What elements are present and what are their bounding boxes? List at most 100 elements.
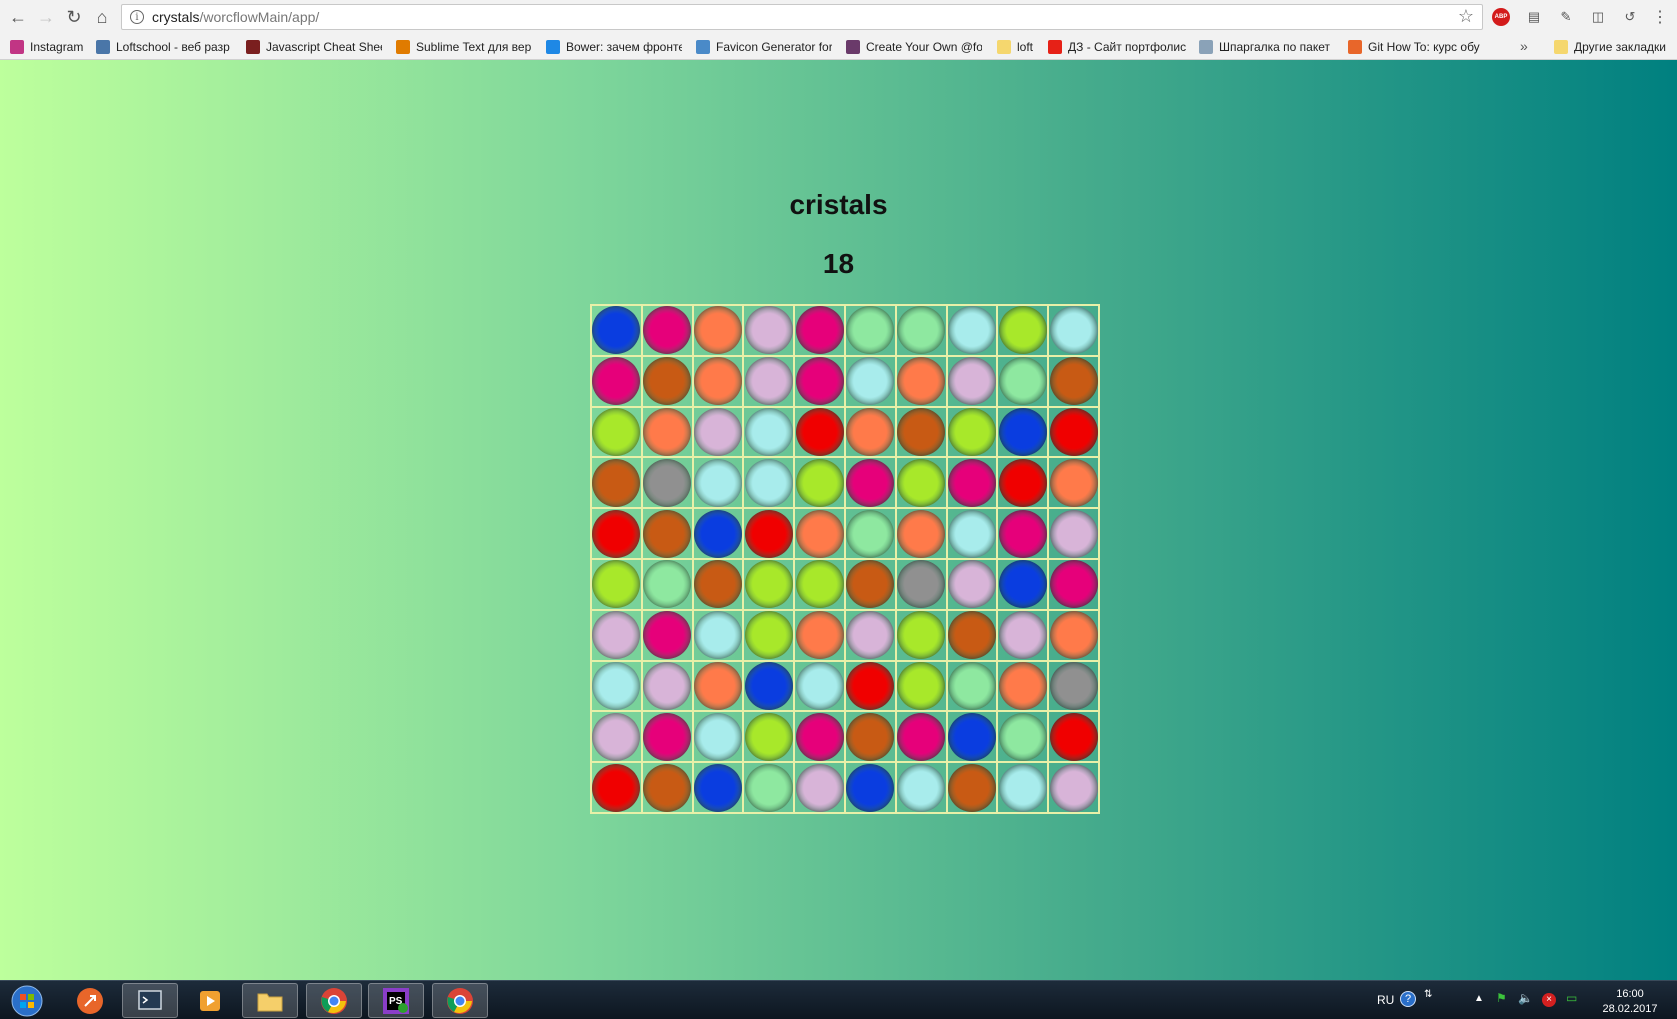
board-cell[interactable] (844, 457, 896, 509)
address-bar[interactable]: i crystals/worcflowMain/app/ ☆ (121, 4, 1483, 30)
crystal-gem[interactable] (947, 357, 996, 406)
board-cell[interactable] (641, 457, 693, 509)
show-hidden-icons-button[interactable]: ▲ (1474, 993, 1484, 1004)
crystal-gem[interactable] (693, 407, 742, 456)
board-cell[interactable] (641, 305, 693, 356)
crystal-gem[interactable] (897, 357, 946, 406)
bookmark-loftschool[interactable]: Loftschool - веб разр (96, 39, 232, 55)
crystal-gem[interactable] (947, 763, 996, 812)
crystal-gem[interactable] (998, 509, 1047, 558)
board-cell[interactable] (692, 305, 744, 356)
board-cell[interactable] (997, 762, 1049, 813)
crystal-gem[interactable] (693, 712, 742, 761)
board-cell[interactable] (641, 609, 693, 661)
board-cell[interactable] (692, 457, 744, 509)
board-cell[interactable] (946, 558, 998, 610)
crystal-gem[interactable] (947, 712, 996, 761)
board-cell[interactable] (692, 508, 744, 559)
taskbar-app-terminal[interactable] (122, 983, 178, 1018)
crystal-gem[interactable] (998, 357, 1047, 406)
crystal-gem[interactable] (846, 509, 895, 558)
crystal-gem[interactable] (693, 357, 742, 406)
board-cell[interactable] (692, 660, 744, 712)
board-cell[interactable] (794, 558, 845, 610)
crystal-gem[interactable] (998, 763, 1047, 812)
board-cell[interactable] (844, 660, 896, 712)
crystal-gem[interactable] (998, 712, 1047, 761)
crystal-gem[interactable] (846, 611, 895, 660)
crystal-gem[interactable] (643, 611, 692, 660)
crystal-gem[interactable] (693, 611, 742, 660)
board-cell[interactable] (946, 762, 998, 813)
crystal-gem[interactable] (846, 712, 895, 761)
board-cell[interactable] (1048, 762, 1099, 813)
sync-icon[interactable]: ↺ (1620, 7, 1640, 27)
board-cell[interactable] (997, 711, 1049, 763)
crystal-gem[interactable] (693, 509, 742, 558)
taskbar-app-chrome-2[interactable] (432, 983, 488, 1018)
board-cell[interactable] (692, 406, 744, 458)
crystal-gem[interactable] (744, 560, 793, 609)
board-cell[interactable] (743, 355, 795, 407)
board-cell[interactable] (1048, 609, 1099, 661)
crystal-gem[interactable] (592, 509, 641, 558)
board-cell[interactable] (794, 406, 845, 458)
board-cell[interactable] (844, 711, 896, 763)
cast-icon[interactable]: ▤ (1524, 7, 1544, 27)
board-cell[interactable] (591, 457, 642, 509)
crystal-gem[interactable] (998, 458, 1047, 507)
crystal-gem[interactable] (897, 306, 946, 355)
crystal-gem[interactable] (1049, 407, 1098, 456)
board-cell[interactable] (743, 660, 795, 712)
crystal-gem[interactable] (592, 763, 641, 812)
bookmark-loft[interactable]: loft (997, 39, 1037, 55)
board-cell[interactable] (743, 711, 795, 763)
board-cell[interactable] (997, 609, 1049, 661)
board-cell[interactable] (794, 762, 845, 813)
crystal-gem[interactable] (897, 407, 946, 456)
board-cell[interactable] (895, 609, 947, 661)
board-cell[interactable] (844, 762, 896, 813)
board-cell[interactable] (794, 609, 845, 661)
crystal-gem[interactable] (947, 458, 996, 507)
board-cell[interactable] (591, 660, 642, 712)
crystal-gem[interactable] (1049, 509, 1098, 558)
board-cell[interactable] (844, 355, 896, 407)
board-cell[interactable] (743, 762, 795, 813)
crystal-gem[interactable] (897, 661, 946, 710)
board-cell[interactable] (591, 762, 642, 813)
crystal-gem[interactable] (643, 306, 692, 355)
bookmarks-more-button[interactable]: » (1520, 38, 1528, 54)
board-cell[interactable] (844, 558, 896, 610)
crystal-gem[interactable] (947, 661, 996, 710)
board-cell[interactable] (794, 305, 845, 356)
bookmark-star-icon[interactable]: ☆ (1458, 6, 1474, 27)
crystal-gem[interactable] (795, 611, 844, 660)
crystal-gem[interactable] (795, 458, 844, 507)
crystal-gem[interactable] (947, 611, 996, 660)
board-cell[interactable] (946, 406, 998, 458)
board-cell[interactable] (844, 609, 896, 661)
crystal-gem[interactable] (998, 611, 1047, 660)
bookmark-cheatsheet[interactable]: Шпаргалка по пакет (1199, 39, 1335, 55)
board-cell[interactable] (743, 406, 795, 458)
board-cell[interactable] (1048, 305, 1099, 356)
help-icon[interactable]: ? (1400, 991, 1416, 1007)
crystal-gem[interactable] (744, 661, 793, 710)
crystal-gem[interactable] (592, 306, 641, 355)
crystal-gem[interactable] (744, 712, 793, 761)
crystal-gem[interactable] (795, 661, 844, 710)
crystal-gem[interactable] (744, 407, 793, 456)
crystal-gem[interactable] (693, 763, 742, 812)
bookmark-instagram[interactable]: Instagram (10, 39, 88, 55)
board-cell[interactable] (895, 558, 947, 610)
crystal-gem[interactable] (643, 763, 692, 812)
board-cell[interactable] (794, 660, 845, 712)
board-cell[interactable] (743, 558, 795, 610)
board-cell[interactable] (1048, 508, 1099, 559)
crystal-gem[interactable] (795, 560, 844, 609)
bookmark-git-how-to[interactable]: Git How To: курс обу (1348, 39, 1484, 55)
crystal-gem[interactable] (846, 407, 895, 456)
bookmark-js-cheatsheet[interactable]: Javascript Cheat Shee (246, 39, 382, 55)
crystal-gem[interactable] (592, 357, 641, 406)
